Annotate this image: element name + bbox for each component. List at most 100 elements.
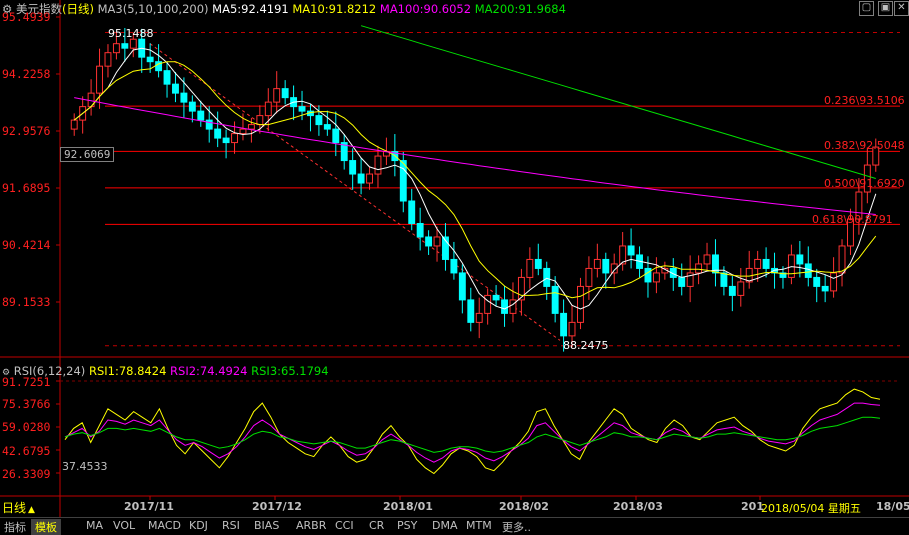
tab-cr[interactable]: CR — [369, 519, 384, 532]
candle-down — [315, 115, 323, 126]
price-tick: 94.2258 — [2, 67, 51, 81]
indicator-tab-bar: 指标 模板 MA VOL MACD KDJ RSI BIAS ARBR CCI … — [0, 517, 909, 535]
candle-up — [593, 258, 601, 269]
candle-down — [813, 276, 821, 287]
tab-more[interactable]: 更多.. — [502, 519, 531, 535]
candle-up — [256, 115, 264, 126]
rsi-tick: 26.3309 — [2, 467, 51, 481]
candle-up — [585, 267, 593, 287]
fib-label-0500: 0.500\91.6920 — [824, 177, 905, 190]
x-tick: 2017/12 — [252, 500, 302, 513]
high-label: 95.1488 — [108, 27, 154, 40]
candle-down — [821, 285, 829, 292]
candle-down — [349, 160, 357, 175]
x-tick: 2018/02 — [499, 500, 549, 513]
candle-up — [509, 299, 517, 314]
candle-down — [762, 258, 770, 269]
candle-down — [796, 254, 804, 265]
candle-down — [720, 272, 728, 287]
ma200-value: MA200:91.9684 — [474, 2, 566, 16]
tab-template[interactable]: 模板 — [31, 519, 61, 535]
tab-mtm[interactable]: MTM — [466, 519, 492, 532]
price-tick: 91.6895 — [2, 181, 51, 195]
candle-up — [70, 119, 78, 130]
candle-down — [644, 267, 652, 283]
price-tick: 89.1533 — [2, 295, 51, 309]
ma10-value: MA10:91.8212 — [292, 2, 377, 16]
ma5-line — [73, 47, 877, 310]
candle-up — [239, 128, 247, 135]
period-button: 日线 — [2, 501, 27, 515]
price-header: ⚙ 美元指数(日线) MA3(5,10,100,200) MA5:92.4191… — [2, 1, 566, 17]
candle-down — [678, 276, 686, 287]
rsi-tick: 42.6795 — [2, 444, 51, 458]
candle-down — [425, 236, 433, 247]
x-tick: 2017/11 — [124, 500, 174, 513]
candle-up — [475, 312, 483, 323]
rsi-tick: 59.0280 — [2, 420, 51, 434]
tab-psy[interactable]: PSY — [397, 519, 417, 532]
close-icon[interactable]: ✕ — [894, 1, 909, 16]
candle-down — [534, 258, 542, 269]
candle-down — [492, 294, 500, 301]
tab-macd[interactable]: MACD — [148, 519, 181, 532]
candle-up — [838, 245, 846, 274]
candle-up — [366, 173, 373, 184]
candle-up — [517, 276, 525, 301]
candle-up — [577, 285, 584, 323]
fibonacci-levels — [105, 105, 900, 225]
tab-cci[interactable]: CCI — [335, 519, 354, 532]
candle-down — [627, 245, 635, 256]
low-label: 88.2475 — [563, 339, 609, 352]
candle-down — [323, 124, 331, 130]
candle-down — [804, 263, 812, 278]
candle-down — [357, 173, 365, 184]
x-tick: 2018/03 — [613, 500, 663, 513]
candle-up — [484, 294, 492, 314]
candle-down — [163, 70, 171, 85]
tab-vol[interactable]: VOL — [113, 519, 135, 532]
triangle-up-icon: ▲ — [28, 505, 35, 515]
candle-down — [281, 88, 289, 99]
candle-up — [695, 263, 703, 274]
candle-up — [231, 133, 238, 144]
rsi1-value: RSI1:78.8424 — [88, 364, 167, 378]
candle-up — [96, 65, 103, 94]
rsi2-value: RSI2:74.4924 — [170, 364, 248, 378]
tab-dma[interactable]: DMA — [432, 519, 458, 532]
x-tick: 2018/01 — [383, 500, 433, 513]
candle-up — [264, 101, 272, 117]
period-label: (日线) — [61, 2, 94, 16]
candle-down — [602, 258, 610, 274]
candle-down — [458, 272, 466, 301]
ma200-line — [360, 25, 876, 179]
x-axis-ticks — [149, 496, 761, 500]
candle-down — [214, 128, 222, 139]
candle-down — [146, 56, 154, 63]
candle-down — [205, 119, 213, 130]
candle-up — [754, 258, 762, 269]
fib-label-0618: 0.618\90.8791 — [812, 213, 893, 226]
rsi3-value: RSI3:65.1794 — [251, 364, 329, 378]
window-icon[interactable]: ▢ — [859, 1, 874, 16]
restore-icon[interactable]: ▣ — [878, 1, 893, 16]
period-select[interactable]: 日线 ▲ — [2, 499, 35, 516]
candle-down — [728, 285, 736, 296]
tab-rsi[interactable]: RSI — [222, 519, 240, 532]
candle-down — [501, 299, 508, 314]
tab-kdj[interactable]: KDJ — [189, 519, 208, 532]
candle-down — [298, 106, 306, 112]
tab-arbr[interactable]: ARBR — [296, 519, 326, 532]
candle-down — [543, 267, 551, 287]
candle-up — [104, 52, 112, 67]
tab-bias[interactable]: BIAS — [254, 519, 279, 532]
tab-ma[interactable]: MA — [86, 519, 103, 532]
candle-down — [467, 299, 475, 323]
tab-indicator[interactable]: 指标 — [4, 519, 26, 535]
candle-up — [129, 38, 137, 49]
ma-label: MA3(5,10,100,200) — [97, 2, 209, 16]
ma100-value: MA100:90.6052 — [379, 2, 472, 16]
price-tick: 92.9576 — [2, 124, 51, 138]
fib-label-0382: 0.382\92.5048 — [824, 139, 905, 152]
candle-up — [374, 155, 382, 175]
